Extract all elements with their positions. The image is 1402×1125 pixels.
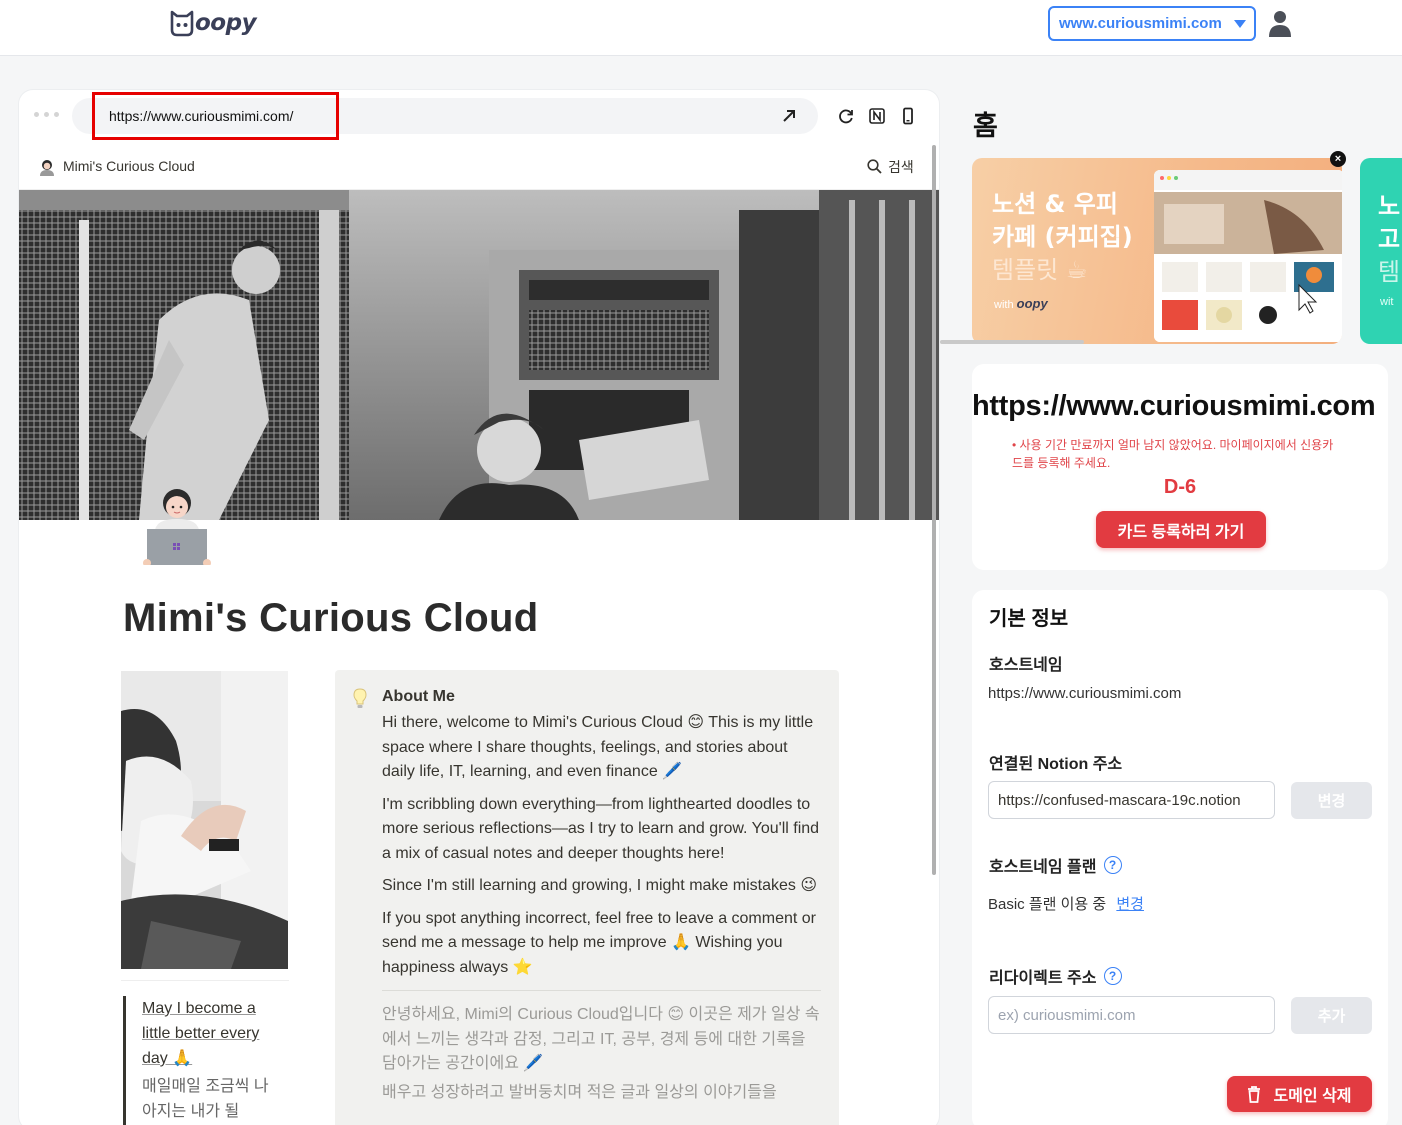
help-icon[interactable]: ? <box>1103 967 1122 985</box>
callout-heading: About Me <box>382 688 455 705</box>
callout-paragraph: If you spot anything incorrect, feel fre… <box>382 909 816 976</box>
notion-url-label: 연결된 Notion 주소 <box>989 756 1123 773</box>
refresh-icon[interactable] <box>837 107 855 125</box>
register-card-button[interactable]: 카드 등록하러 가기 <box>1096 511 1266 548</box>
notion-topbar: Mimi's Curious Cloud 검색 <box>19 142 939 190</box>
url-text-highlighted[interactable]: https://www.curiousmimi.com/ <box>92 92 339 140</box>
chevron-down-icon <box>1234 20 1246 28</box>
hostname-label: 호스트네임 <box>989 657 1063 674</box>
banner-headline: 노션 & 우피 카페 (커피집) 템플릿 ☕ <box>992 190 1133 284</box>
preview-scrollbar[interactable] <box>932 145 936 875</box>
user-icon[interactable] <box>1268 10 1292 38</box>
plan-label: 호스트네임 플랜 ? <box>989 853 1122 877</box>
domain-select-value: www.curiousmimi.com <box>1059 15 1222 32</box>
callout-paragraph: I'm scribbling down everything—from ligh… <box>382 795 820 862</box>
page-icon <box>143 489 211 565</box>
oopy-logo[interactable]: oopy <box>168 8 257 38</box>
logo-text: oopy <box>195 10 257 36</box>
delete-domain-button[interactable]: 도메인 삭제 <box>1227 1076 1372 1112</box>
domain-select[interactable]: www.curiousmimi.com <box>1048 6 1256 41</box>
top-bar: oopy www.curiousmimi.com <box>0 0 1402 56</box>
plan-value: Basic 플랜 이용 중 변경 <box>988 896 1144 913</box>
site-preview: https://www.curiousmimi.com/ Mimi's Curi… <box>19 90 939 1125</box>
carousel-scrollbar[interactable] <box>940 340 1084 344</box>
search-icon[interactable] <box>867 159 882 174</box>
page-title: Mimi's Curious Cloud <box>123 596 539 640</box>
window-dots <box>34 112 59 117</box>
help-icon[interactable]: ? <box>1103 856 1122 874</box>
banner-headline: 노 고 템 <box>1378 192 1401 286</box>
callout-paragraph: Hi there, welcome to Mimi's Curious Clou… <box>382 714 814 780</box>
home-title: 홈 <box>973 111 998 141</box>
expiry-warning: • 사용 기간 만료까지 얼마 남지 않았어요. 마이페이지에서 신용카드를 등… <box>1012 438 1334 470</box>
callout-divider <box>382 990 821 991</box>
banner-with-logo: with oopy <box>994 296 1048 311</box>
profile-photo <box>121 671 288 969</box>
redirect-label: 리다이렉트 주소 ? <box>989 964 1122 988</box>
trash-icon <box>1248 1085 1261 1103</box>
about-me-callout: About Me Hi there, welcome to Mimi's Cur… <box>335 670 839 1125</box>
promo-banner-next[interactable]: 노 고 템 wit <box>1360 158 1402 344</box>
plan-hostname: https://www.curiousmimi.com <box>972 390 1376 422</box>
close-icon[interactable]: × <box>1330 151 1346 167</box>
callout-paragraph-korean: 안녕하세요, Mimi의 Curious Cloud입니다 😊 이곳은 제가 일… <box>382 1006 820 1072</box>
hostname-value: https://www.curiousmimi.com <box>988 685 1182 702</box>
oopy-logo-icon <box>170 10 194 37</box>
external-link-icon[interactable] <box>781 108 797 124</box>
add-redirect-button[interactable]: 추가 <box>1291 997 1372 1034</box>
callout-paragraph-korean: 배우고 성장하려고 발버둥치며 적은 글과 일상의 이야기들을 <box>382 1083 777 1101</box>
quote-korean: 매일매일 조금씩 나아지는 내가 될 <box>142 1078 269 1120</box>
change-plan-link[interactable]: 변경 <box>1116 896 1144 913</box>
notion-icon[interactable] <box>868 107 886 125</box>
mobile-icon[interactable] <box>899 107 917 125</box>
divider <box>121 980 289 981</box>
change-notion-url-button[interactable]: 변경 <box>1291 782 1372 819</box>
lightbulb-icon <box>353 688 367 708</box>
preview-toolbar: https://www.curiousmimi.com/ <box>19 90 939 142</box>
basic-info-card: 기본 정보 호스트네임 https://www.curiousmimi.com … <box>972 590 1388 1125</box>
site-title[interactable]: Mimi's Curious Cloud <box>63 158 195 174</box>
promo-banner[interactable]: 노션 & 우피 카페 (커피집) 템플릿 ☕ with oopy <box>972 158 1342 344</box>
banner-with-logo: wit <box>1380 296 1394 308</box>
url-text: https://www.curiousmimi.com/ <box>109 108 294 124</box>
notion-url-field[interactable]: https://confused-mascara-19c.notion <box>988 781 1275 819</box>
plan-status-card: https://www.curiousmimi.com • 사용 기간 만료까지… <box>972 364 1388 570</box>
redirect-input[interactable]: ex) curiousmimi.com <box>988 996 1275 1034</box>
days-remaining: D-6 <box>1163 476 1197 498</box>
cover-image <box>19 190 939 520</box>
callout-paragraph: Since I'm still learning and growing, I … <box>382 877 818 894</box>
quote-english[interactable]: May I become a little better every day 🙏 <box>142 996 273 1071</box>
banner-mockup-image <box>1154 170 1342 342</box>
site-avatar-icon[interactable] <box>39 158 55 176</box>
quote-block: May I become a little better every day 🙏… <box>123 996 273 1125</box>
basic-info-title: 기본 정보 <box>989 608 1069 630</box>
search-label[interactable]: 검색 <box>888 157 914 177</box>
